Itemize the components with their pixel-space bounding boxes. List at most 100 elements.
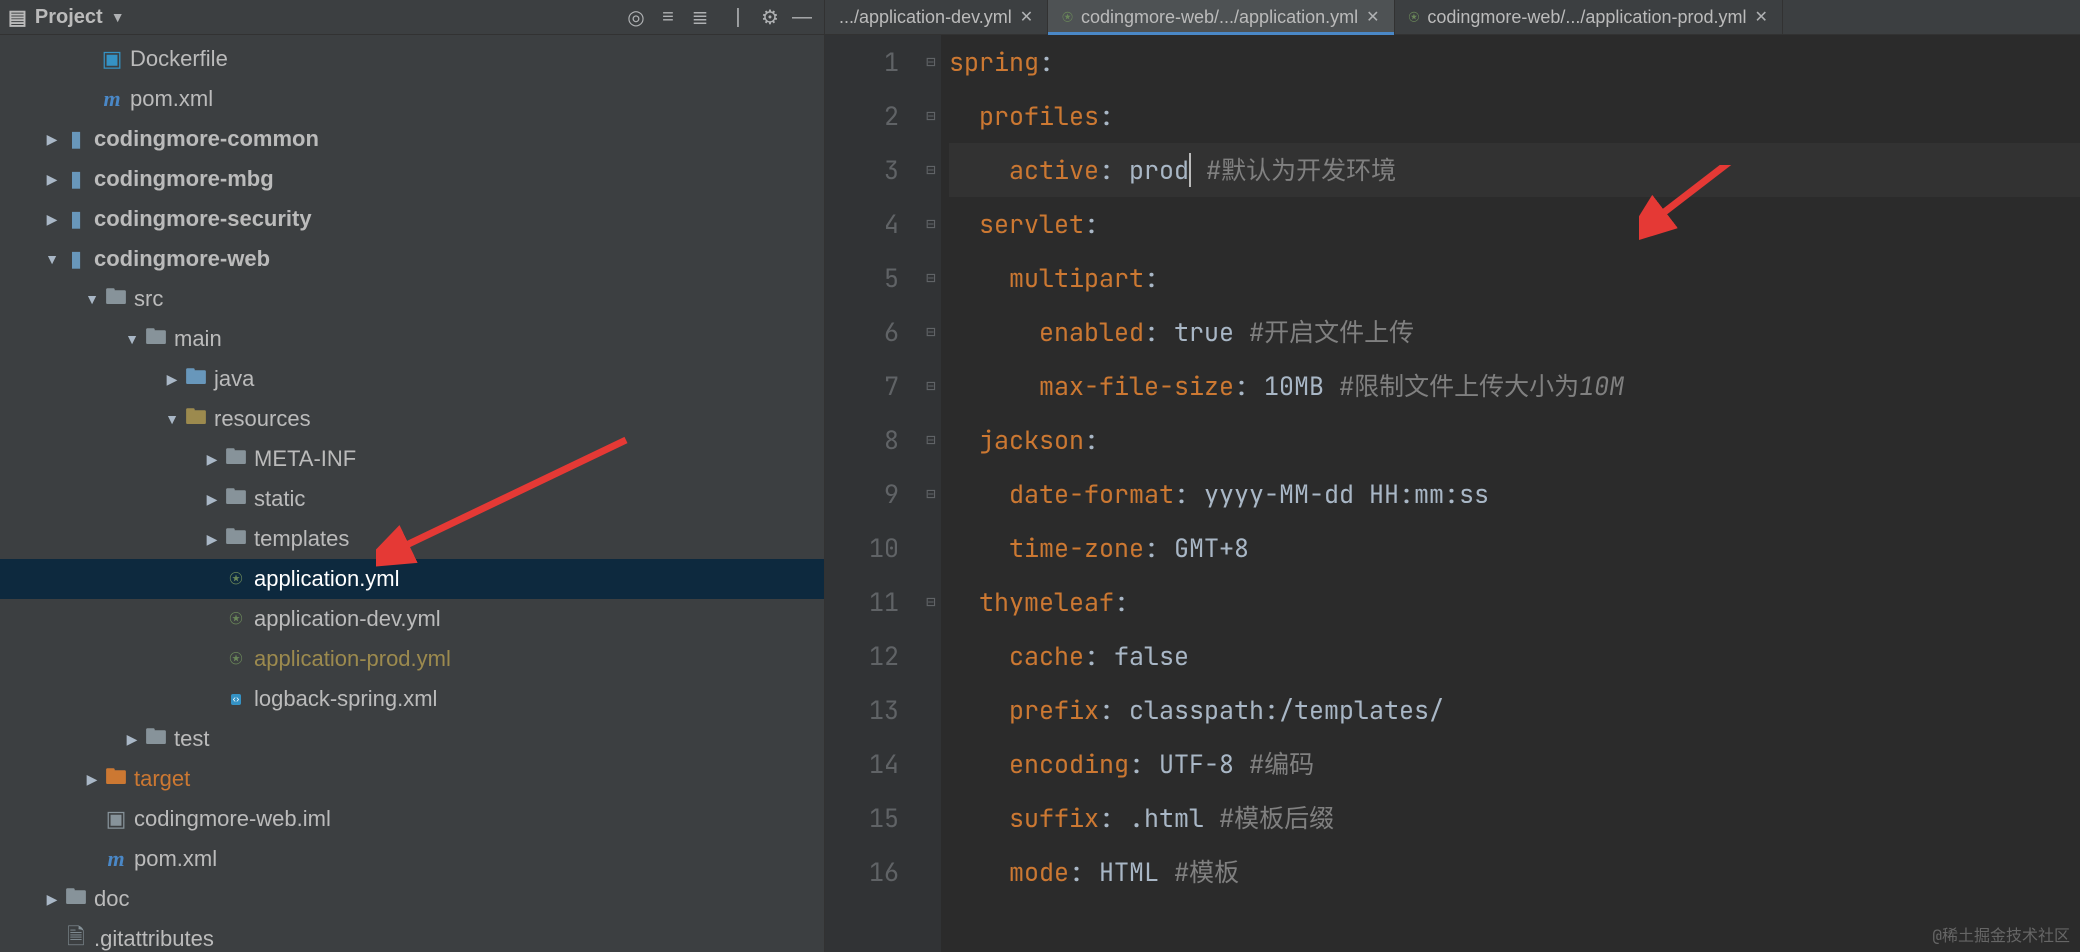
xml-icon: ‹›	[224, 687, 248, 711]
tree-item-gitattributes[interactable]: 🗎 .gitattributes	[0, 919, 824, 952]
fold-mark-icon[interactable]: ⊟	[921, 305, 941, 359]
tree-item-mbg[interactable]: ▶ ▮ codingmore-mbg	[0, 159, 824, 199]
resources-folder-icon: 🖿	[184, 407, 208, 431]
module-icon: ▮	[64, 167, 88, 191]
settings-gear-icon[interactable]: ⚙	[756, 3, 784, 31]
code-line[interactable]: max-file-size: 10MB #限制文件上传大小为10M	[949, 359, 2080, 413]
code-line[interactable]: servlet:	[949, 197, 2080, 251]
tab-application-prod[interactable]: ⍟ codingmore-web/.../application-prod.ym…	[1395, 0, 1783, 34]
fold-mark-icon[interactable]: ⊟	[921, 89, 941, 143]
line-number: 2	[825, 89, 899, 143]
folder-label: test	[174, 726, 209, 752]
code-line[interactable]: profiles:	[949, 89, 2080, 143]
maven-icon: m	[100, 87, 124, 111]
line-number-gutter: 1 2 3 4 5 6 7 8 9 10 11 12 13 14 15 16	[825, 35, 921, 952]
tree-item-static[interactable]: ▶ 🖿 static	[0, 479, 824, 519]
tree-item-web[interactable]: ▼ ▮ codingmore-web	[0, 239, 824, 279]
tree-item-resources[interactable]: ▼ 🖿 resources	[0, 399, 824, 439]
chevron-right-icon[interactable]: ▶	[200, 491, 224, 508]
chevron-right-icon[interactable]: ▶	[40, 211, 64, 228]
fold-mark-icon[interactable]: ⊟	[921, 251, 941, 305]
tree-item-common[interactable]: ▶ ▮ codingmore-common	[0, 119, 824, 159]
code-line[interactable]: encoding: UTF-8 #编码	[949, 737, 2080, 791]
tree-item-java[interactable]: ▶ 🖿 java	[0, 359, 824, 399]
spring-icon: ⍟	[224, 647, 248, 671]
tree-item-application-yml[interactable]: ⍟ application.yml	[0, 559, 824, 599]
module-icon: ▮	[64, 207, 88, 231]
locate-icon[interactable]: ◎	[622, 3, 650, 31]
chevron-right-icon[interactable]: ▶	[80, 771, 104, 788]
line-number: 7	[825, 359, 899, 413]
project-title[interactable]: ▤ Project ▼	[8, 5, 125, 30]
fold-mark-icon[interactable]: ⊟	[921, 35, 941, 89]
tree-item-application-dev-yml[interactable]: ⍟ application-dev.yml	[0, 599, 824, 639]
hide-button-icon[interactable]: —	[788, 3, 816, 31]
fold-mark-icon[interactable]: ⊟	[921, 359, 941, 413]
project-tree[interactable]: ▣ Dockerfile m pom.xml ▶ ▮ codingmore-co…	[0, 35, 824, 952]
folder-label: codingmore-security	[94, 206, 312, 232]
code-line[interactable]: spring:	[949, 35, 2080, 89]
fold-mark-icon[interactable]: ⊟	[921, 467, 941, 521]
code-area[interactable]: 💡 spring: profiles: active: prod #默认为开发环…	[941, 35, 2080, 952]
chevron-right-icon[interactable]: ▶	[200, 451, 224, 468]
code-line[interactable]: date-format: yyyy-MM-dd HH:mm:ss	[949, 467, 2080, 521]
code-line[interactable]: jackson:	[949, 413, 2080, 467]
chevron-down-icon[interactable]: ▼	[160, 411, 184, 427]
chevron-down-icon[interactable]: ▼	[40, 251, 64, 267]
collapse-all-icon[interactable]: ≣	[686, 3, 714, 31]
code-line[interactable]: thymeleaf:	[949, 575, 2080, 629]
close-icon[interactable]: ✕	[1020, 7, 1033, 27]
code-line[interactable]: time-zone: GMT+8	[949, 521, 2080, 575]
tree-item-src[interactable]: ▼ 🖿 src	[0, 279, 824, 319]
chevron-right-icon[interactable]: ▶	[120, 731, 144, 748]
fold-mark-icon[interactable]: ⊟	[921, 143, 941, 197]
chevron-right-icon[interactable]: ▶	[40, 131, 64, 148]
tree-item-dockerfile[interactable]: ▣ Dockerfile	[0, 39, 824, 79]
fold-mark-icon[interactable]: ⊟	[921, 197, 941, 251]
tree-item-security[interactable]: ▶ ▮ codingmore-security	[0, 199, 824, 239]
tab-application-dev[interactable]: .../application-dev.yml ✕	[825, 0, 1048, 34]
line-number: 10	[825, 521, 899, 575]
close-icon[interactable]: ✕	[1754, 7, 1767, 27]
tree-item-main[interactable]: ▼ 🖿 main	[0, 319, 824, 359]
expand-all-icon[interactable]: ≡	[654, 3, 682, 31]
tree-item-test[interactable]: ▶ 🖿 test	[0, 719, 824, 759]
tree-item-iml[interactable]: ▣ codingmore-web.iml	[0, 799, 824, 839]
code-line[interactable]: prefix: classpath:/templates/	[949, 683, 2080, 737]
chevron-down-icon[interactable]: ▼	[120, 331, 144, 347]
project-title-text: Project	[35, 6, 103, 29]
code-line[interactable]: enabled: true #开启文件上传	[949, 305, 2080, 359]
folder-label: templates	[254, 526, 349, 552]
tab-label: codingmore-web/.../application.yml	[1081, 7, 1358, 28]
code-line[interactable]: suffix: .html #模板后缀	[949, 791, 2080, 845]
tree-item-application-prod-yml[interactable]: ⍟ application-prod.yml	[0, 639, 824, 679]
tree-item-metainf[interactable]: ▶ 🖿 META-INF	[0, 439, 824, 479]
fold-mark-icon[interactable]: ⊟	[921, 575, 941, 629]
code-line[interactable]: multipart:	[949, 251, 2080, 305]
spring-icon: ⍟	[1062, 7, 1073, 28]
code-editor[interactable]: 1 2 3 4 5 6 7 8 9 10 11 12 13 14 15 16 ⊟…	[825, 35, 2080, 952]
chevron-right-icon[interactable]: ▶	[40, 891, 64, 908]
tree-item-target[interactable]: ▶ 🖿 target	[0, 759, 824, 799]
tree-item-logback[interactable]: ‹› logback-spring.xml	[0, 679, 824, 719]
tree-item-doc[interactable]: ▶ 🖿 doc	[0, 879, 824, 919]
fold-mark-icon[interactable]: ⊟	[921, 413, 941, 467]
tab-label: .../application-dev.yml	[839, 7, 1012, 28]
tree-item-pom2[interactable]: m pom.xml	[0, 839, 824, 879]
line-number: 15	[825, 791, 899, 845]
line-number: 6	[825, 305, 899, 359]
code-line[interactable]: mode: HTML #模板	[949, 845, 2080, 899]
tree-item-pom[interactable]: m pom.xml	[0, 79, 824, 119]
code-line[interactable]: cache: false	[949, 629, 2080, 683]
chevron-right-icon[interactable]: ▶	[40, 171, 64, 188]
chevron-down-icon[interactable]: ▼	[80, 291, 104, 307]
tab-application-yml[interactable]: ⍟ codingmore-web/.../application.yml ✕	[1048, 0, 1394, 34]
tree-item-templates[interactable]: ▶ 🖿 templates	[0, 519, 824, 559]
line-number: 5	[825, 251, 899, 305]
code-line-active[interactable]: active: prod #默认为开发环境	[949, 143, 2080, 197]
chevron-right-icon[interactable]: ▶	[160, 371, 184, 388]
tab-label: codingmore-web/.../application-prod.yml	[1427, 7, 1746, 28]
close-icon[interactable]: ✕	[1366, 7, 1379, 27]
spring-icon: ⍟	[224, 567, 248, 591]
chevron-right-icon[interactable]: ▶	[200, 531, 224, 548]
